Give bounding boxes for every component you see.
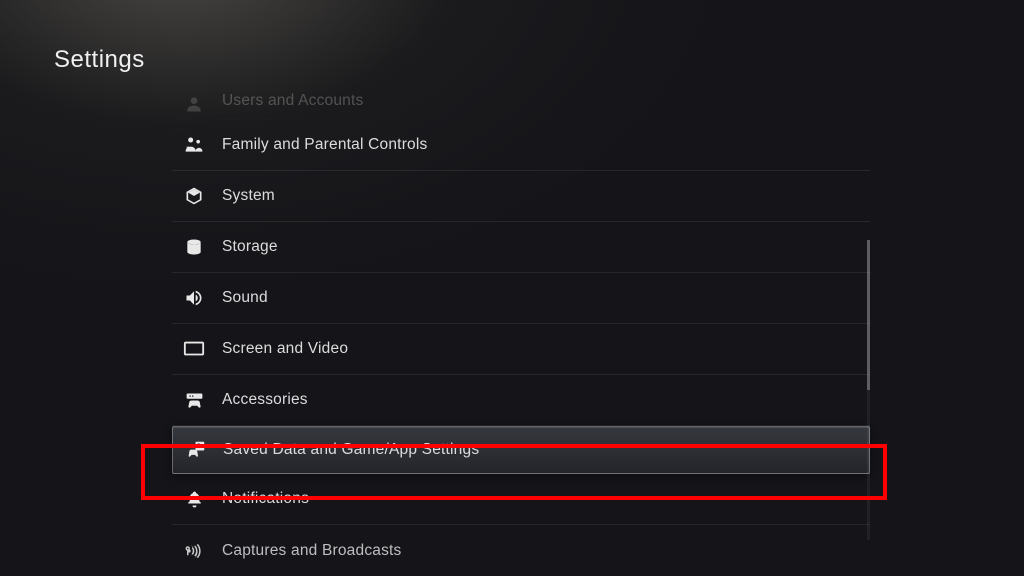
scrollbar-track [867,240,870,540]
menu-item-label: Family and Parental Controls [222,136,427,154]
menu-item-label: Notifications [222,490,309,508]
menu-item-label: Sound [222,289,268,307]
menu-item-label: Screen and Video [222,340,348,358]
menu-item-notifications[interactable]: Notifications [172,474,870,525]
speaker-icon [182,286,206,310]
broadcast-icon [182,539,206,563]
scrollbar-thumb[interactable] [867,240,870,390]
screen-icon [182,337,206,361]
menu-item-accessories[interactable]: Accessories [172,375,870,426]
menu-item-label: Storage [222,238,278,256]
storage-icon [182,235,206,259]
family-icon [182,133,206,157]
menu-item-label: Captures and Broadcasts [222,542,402,560]
menu-item-sound[interactable]: Sound [172,273,870,324]
menu-item-captures-broadcasts[interactable]: Captures and Broadcasts [172,525,870,576]
menu-item-saved-data[interactable]: Saved Data and Game/App Settings [172,426,870,474]
cube-icon [182,184,206,208]
menu-item-system[interactable]: System [172,171,870,222]
menu-item-users-accounts[interactable]: Users and Accounts [172,92,870,120]
page-title: Settings [54,46,145,74]
user-icon [182,92,206,116]
bell-icon [182,487,206,511]
controller-icon [182,388,206,412]
settings-menu: Users and Accounts Family and Parental C… [172,92,870,576]
menu-item-storage[interactable]: Storage [172,222,870,273]
menu-item-screen-video[interactable]: Screen and Video [172,324,870,375]
menu-item-label: System [222,187,275,205]
saved-data-icon [183,438,207,462]
menu-item-label: Users and Accounts [222,92,363,110]
menu-item-family-parental[interactable]: Family and Parental Controls [172,120,870,171]
menu-item-label: Saved Data and Game/App Settings [223,441,479,459]
menu-item-label: Accessories [222,391,308,409]
